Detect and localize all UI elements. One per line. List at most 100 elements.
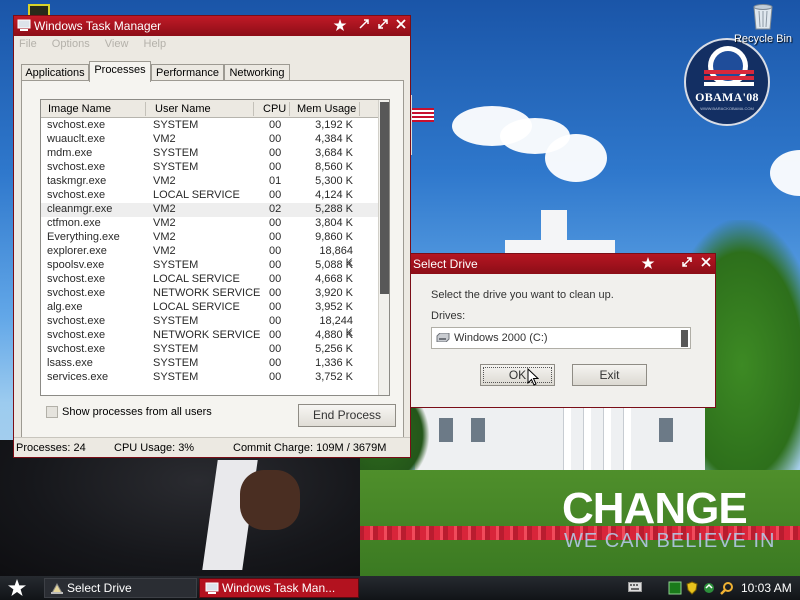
network-icon[interactable] — [668, 581, 682, 595]
process-name: svchost.exe — [47, 273, 106, 285]
keyboard-icon[interactable] — [628, 582, 642, 592]
update-icon[interactable] — [702, 581, 716, 595]
tab-networking[interactable]: Networking — [224, 64, 290, 81]
process-name: svchost.exe — [47, 287, 106, 299]
process-cpu: 00 — [269, 217, 282, 229]
menu-view[interactable]: View — [105, 38, 129, 50]
show-all-checkbox[interactable] — [46, 406, 58, 418]
column-mem-usage[interactable]: Mem Usage — [297, 103, 356, 115]
start-star-icon[interactable] — [4, 579, 30, 597]
process-name: svchost.exe — [47, 315, 106, 327]
process-mem-usage: 3,684 K — [315, 147, 353, 159]
process-row[interactable]: services.exe SYSTEM 00 3,752 K — [41, 371, 378, 385]
taskbar-item-select-drive[interactable]: Select Drive — [44, 578, 197, 598]
taskbar-clock[interactable]: 10:03 AM — [741, 581, 792, 595]
process-cpu: 00 — [269, 245, 282, 257]
select-drive-titlebar[interactable]: Select Drive — [411, 254, 715, 274]
task-manager-window: Windows Task Manager File Options View H… — [13, 15, 411, 458]
process-user: SYSTEM — [153, 315, 199, 327]
tab-processes[interactable]: Processes — [89, 61, 151, 82]
process-row[interactable]: alg.exe LOCAL SERVICE 00 3,952 K — [41, 301, 378, 315]
drive-select[interactable]: Windows 2000 (C:) — [431, 327, 691, 349]
process-cpu: 00 — [269, 259, 282, 271]
close-icon[interactable] — [393, 18, 409, 34]
process-row[interactable]: Everything.exe VM2 00 9,860 K — [41, 231, 378, 245]
process-name: svchost.exe — [47, 119, 106, 131]
minimize-icon[interactable] — [356, 18, 372, 34]
maximize-icon[interactable] — [375, 18, 391, 34]
process-mem-usage: 5,300 K — [315, 175, 353, 187]
process-cpu: 00 — [269, 133, 282, 145]
column-cpu[interactable]: CPU — [263, 103, 286, 115]
process-name: mdm.exe — [47, 147, 93, 159]
process-user: SYSTEM — [153, 119, 199, 131]
process-name: explorer.exe — [47, 245, 107, 257]
process-cpu: 00 — [269, 189, 282, 201]
tab-applications[interactable]: Applications — [21, 64, 89, 81]
menu-help[interactable]: Help — [144, 38, 167, 50]
taskbar-item-task-manager[interactable]: Windows Task Man... — [199, 578, 359, 598]
process-name: spoolsv.exe — [47, 259, 105, 271]
search-icon[interactable] — [720, 581, 734, 595]
process-user: VM2 — [153, 175, 176, 187]
process-list[interactable]: Image Name User Name CPU Mem Usage svcho… — [40, 99, 390, 396]
process-mem-usage: 9,860 K — [315, 231, 353, 243]
select-drive-dialog: Select Drive Select the drive you want t… — [410, 253, 716, 408]
vertical-scrollbar[interactable] — [378, 100, 389, 395]
process-cpu: 00 — [269, 357, 282, 369]
star-icon[interactable] — [332, 18, 348, 34]
process-row[interactable]: ctfmon.exe VM2 00 3,804 K — [41, 217, 378, 231]
process-row[interactable]: svchost.exe SYSTEM 00 3,192 K — [41, 119, 378, 133]
process-mem-usage: 3,952 K — [315, 301, 353, 313]
taskbar-item-label: Select Drive — [67, 581, 132, 595]
process-row[interactable]: svchost.exe LOCAL SERVICE 00 4,668 K — [41, 273, 378, 287]
process-row[interactable]: mdm.exe SYSTEM 00 3,684 K — [41, 147, 378, 161]
process-name: services.exe — [47, 371, 109, 383]
menu-file[interactable]: File — [19, 38, 37, 50]
process-row[interactable]: svchost.exe NETWORK SERVICE 00 3,920 K — [41, 287, 378, 301]
process-row[interactable]: svchost.exe LOCAL SERVICE 00 4,124 K — [41, 189, 378, 203]
scrollbar-thumb[interactable] — [380, 102, 389, 294]
process-row[interactable]: explorer.exe VM2 00 18,864 K — [41, 245, 378, 269]
process-user: LOCAL SERVICE — [153, 273, 240, 285]
exit-button[interactable]: Exit — [572, 364, 647, 386]
status-commit-charge: Commit Charge: 109M / 3679M — [233, 442, 387, 454]
list-header: Image Name User Name CPU Mem Usage — [41, 100, 378, 118]
column-user-name[interactable]: User Name — [155, 103, 211, 115]
task-manager-titlebar[interactable]: Windows Task Manager — [14, 16, 410, 36]
process-row[interactable]: cleanmgr.exe VM2 02 5,288 K — [41, 203, 378, 217]
process-row[interactable]: taskmgr.exe VM2 01 5,300 K — [41, 175, 378, 189]
close-icon[interactable] — [698, 256, 714, 272]
process-user: VM2 — [153, 245, 176, 257]
process-mem-usage: 3,920 K — [315, 287, 353, 299]
process-row[interactable]: svchost.exe SYSTEM 00 8,560 K — [41, 161, 378, 175]
dropdown-arrow[interactable] — [681, 330, 688, 347]
process-row[interactable]: svchost.exe SYSTEM 00 5,256 K — [41, 343, 378, 357]
tab-performance[interactable]: Performance — [151, 64, 224, 81]
process-cpu: 00 — [269, 343, 282, 355]
hard-drive-icon — [436, 333, 450, 342]
show-all-label: Show processes from all users — [62, 406, 212, 418]
process-user: NETWORK SERVICE — [153, 287, 261, 299]
process-row[interactable]: lsass.exe SYSTEM 00 1,336 K — [41, 357, 378, 371]
processes-panel: Image Name User Name CPU Mem Usage svcho… — [21, 80, 404, 438]
status-cpu-usage: CPU Usage: 3% — [114, 442, 195, 454]
security-shield-icon[interactable] — [685, 581, 699, 595]
ok-button[interactable]: OK — [480, 364, 555, 386]
process-cpu: 00 — [269, 329, 282, 341]
process-cpu: 02 — [269, 203, 282, 215]
process-mem-usage: 8,560 K — [315, 161, 353, 173]
process-row[interactable]: svchost.exe SYSTEM 00 18,244 K — [41, 315, 378, 339]
menu-bar: File Options View Help — [14, 36, 410, 53]
process-row[interactable]: spoolsv.exe SYSTEM 00 5,088 K — [41, 259, 378, 273]
end-process-button[interactable]: End Process — [298, 404, 396, 427]
column-image-name[interactable]: Image Name — [48, 103, 111, 115]
maximize-icon[interactable] — [679, 256, 695, 272]
menu-options[interactable]: Options — [52, 38, 90, 50]
process-row[interactable]: svchost.exe NETWORK SERVICE 00 4,880 K — [41, 329, 378, 343]
recycle-bin[interactable]: Recycle Bin — [728, 2, 798, 56]
star-icon[interactable] — [640, 256, 656, 272]
taskbar-item-label: Windows Task Man... — [222, 581, 336, 595]
process-row[interactable]: wuauclt.exe VM2 00 4,384 K — [41, 133, 378, 147]
process-name: svchost.exe — [47, 189, 106, 201]
